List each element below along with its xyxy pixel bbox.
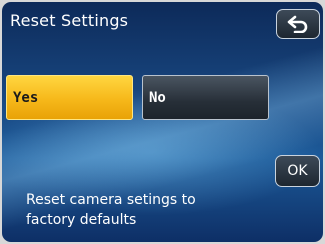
- camera-screen: Reset Settings Yes No OK Reset camera se…: [2, 2, 323, 242]
- back-button[interactable]: [276, 9, 320, 39]
- no-button[interactable]: No: [142, 75, 269, 120]
- no-button-label: No: [149, 89, 166, 106]
- ok-button-label: OK: [287, 163, 308, 179]
- return-arrow-icon: [287, 15, 308, 33]
- ok-button[interactable]: OK: [275, 155, 320, 187]
- reset-description-line-1: Reset camera setings to: [26, 192, 196, 208]
- reset-description: Reset camera setings to factory defaults: [26, 190, 266, 230]
- page-title: Reset Settings: [10, 11, 129, 30]
- yes-button-label: Yes: [13, 89, 39, 106]
- yes-button[interactable]: Yes: [6, 75, 133, 120]
- reset-description-line-2: factory defaults: [26, 212, 137, 228]
